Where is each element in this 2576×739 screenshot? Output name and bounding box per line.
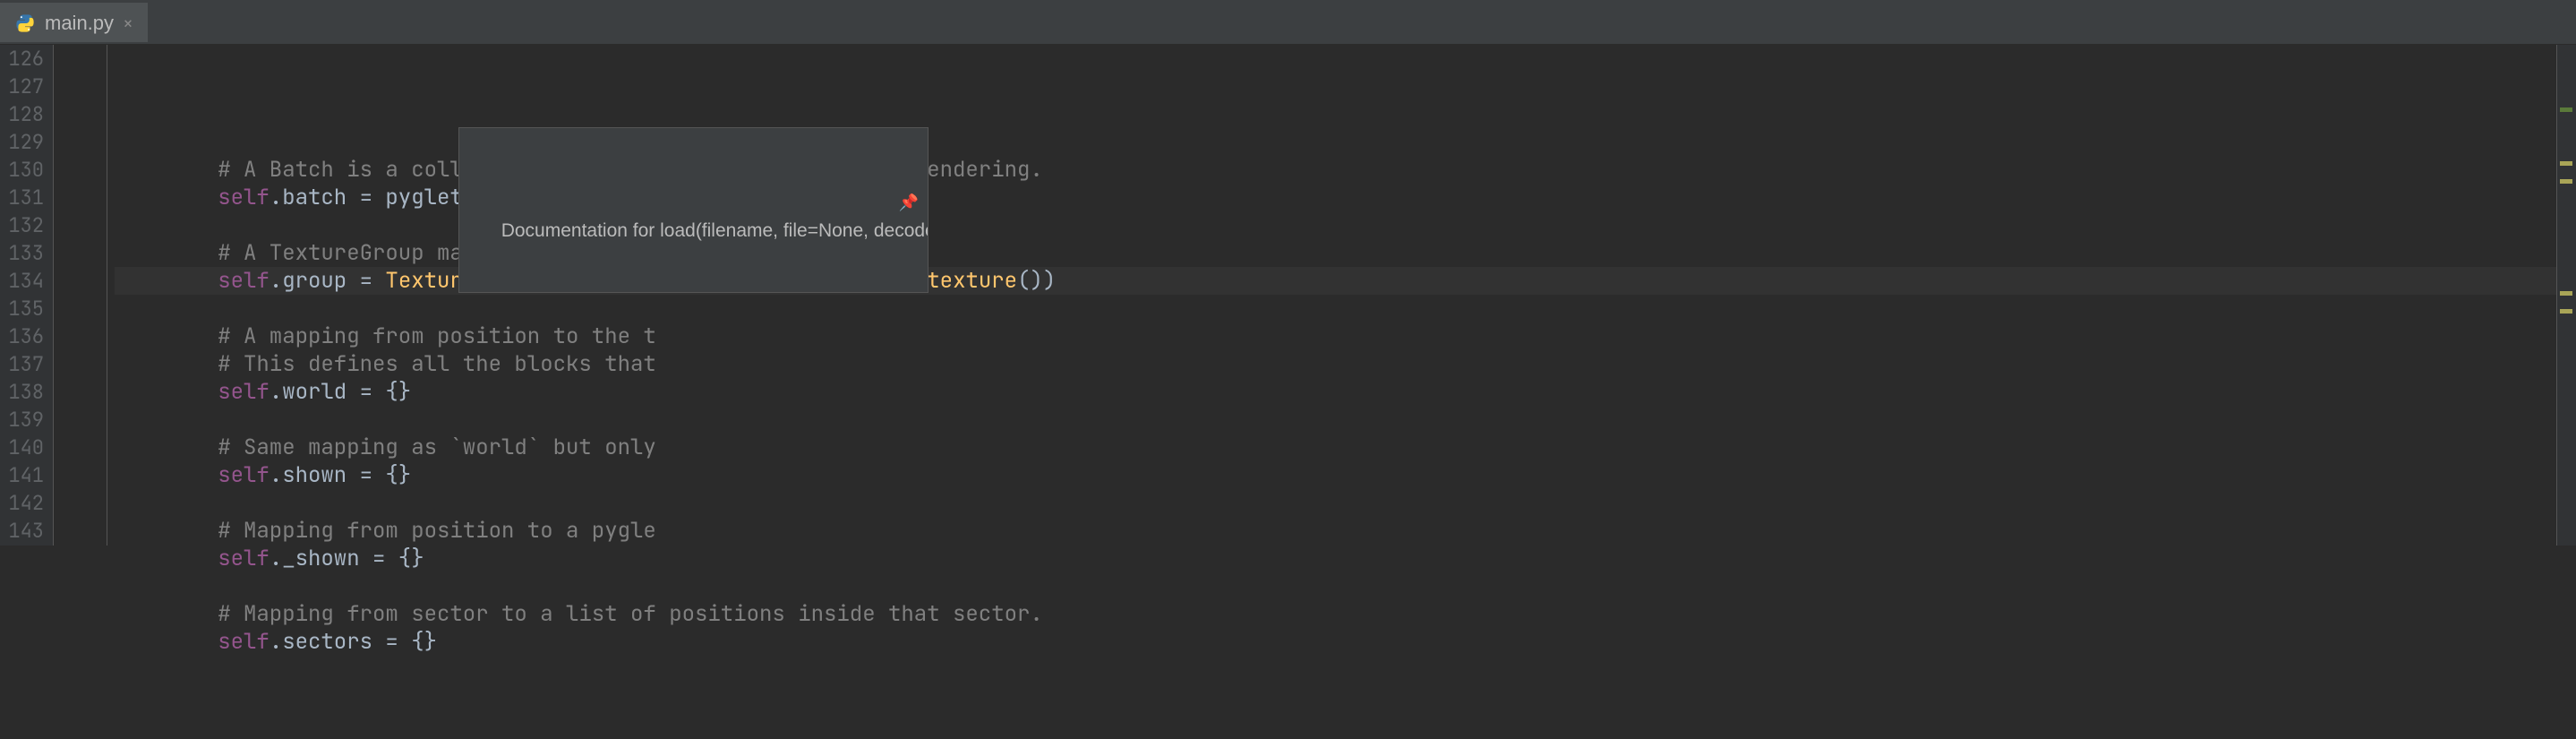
line-number-gutter: 1261271281291301311321331341351361371381…: [0, 45, 54, 546]
line-number: 139: [0, 406, 44, 434]
editor-tab-bar: main.py ×: [0, 0, 2576, 45]
pin-icon[interactable]: 📌: [899, 189, 919, 217]
line-number: 136: [0, 322, 44, 350]
fold-strip: [54, 45, 107, 546]
file-tab-main-py[interactable]: main.py ×: [0, 3, 148, 42]
doc-popup-title-bar: Documentation for load(filename, file=No…: [459, 184, 928, 293]
line-number: 132: [0, 211, 44, 239]
line-number: 135: [0, 295, 44, 322]
code-line[interactable]: [115, 489, 2576, 517]
line-number: 127: [0, 73, 44, 100]
stripe-mark[interactable]: [2560, 309, 2572, 314]
file-tab-label: main.py: [45, 12, 114, 35]
line-number: 137: [0, 350, 44, 378]
code-line[interactable]: # A mapping from position to the t: [115, 322, 2576, 350]
line-number: 131: [0, 184, 44, 211]
code-line[interactable]: [115, 572, 2576, 600]
code-area[interactable]: # A Batch is a collection of vertex list…: [107, 45, 2576, 546]
code-line[interactable]: [115, 406, 2576, 434]
error-stripe[interactable]: [2556, 45, 2576, 546]
line-number: 138: [0, 378, 44, 406]
code-line[interactable]: self.world = {}: [115, 378, 2576, 406]
stripe-mark[interactable]: [2560, 179, 2572, 184]
line-number: 134: [0, 267, 44, 295]
line-number: 141: [0, 461, 44, 489]
code-editor: 1261271281291301311321331341351361371381…: [0, 45, 2576, 546]
stripe-mark[interactable]: [2560, 107, 2572, 112]
line-number: 130: [0, 156, 44, 184]
code-line[interactable]: self.sectors = {}: [115, 628, 2576, 656]
line-number: 126: [0, 45, 44, 73]
code-line[interactable]: # This defines all the blocks that: [115, 350, 2576, 378]
doc-popup-title: Documentation for load(filename, file=No…: [501, 220, 929, 241]
line-number: 142: [0, 489, 44, 517]
line-number: 140: [0, 434, 44, 461]
stripe-mark[interactable]: [2560, 291, 2572, 296]
documentation-popup: Documentation for load(filename, file=No…: [458, 127, 929, 293]
code-line[interactable]: # Mapping from position to a pygle: [115, 517, 2576, 545]
stripe-mark[interactable]: [2560, 161, 2572, 166]
code-line[interactable]: # Mapping from sector to a list of posit…: [115, 600, 2576, 628]
line-number: 129: [0, 128, 44, 156]
code-line[interactable]: self._shown = {}: [115, 545, 2576, 572]
close-tab-icon[interactable]: ×: [123, 12, 133, 35]
python-file-icon: [14, 13, 36, 34]
code-line[interactable]: # Same mapping as `world` but only: [115, 434, 2576, 461]
line-number: 128: [0, 100, 44, 128]
line-number: 143: [0, 517, 44, 545]
code-line[interactable]: [115, 295, 2576, 322]
code-line[interactable]: self.shown = {}: [115, 461, 2576, 489]
line-number: 133: [0, 239, 44, 267]
